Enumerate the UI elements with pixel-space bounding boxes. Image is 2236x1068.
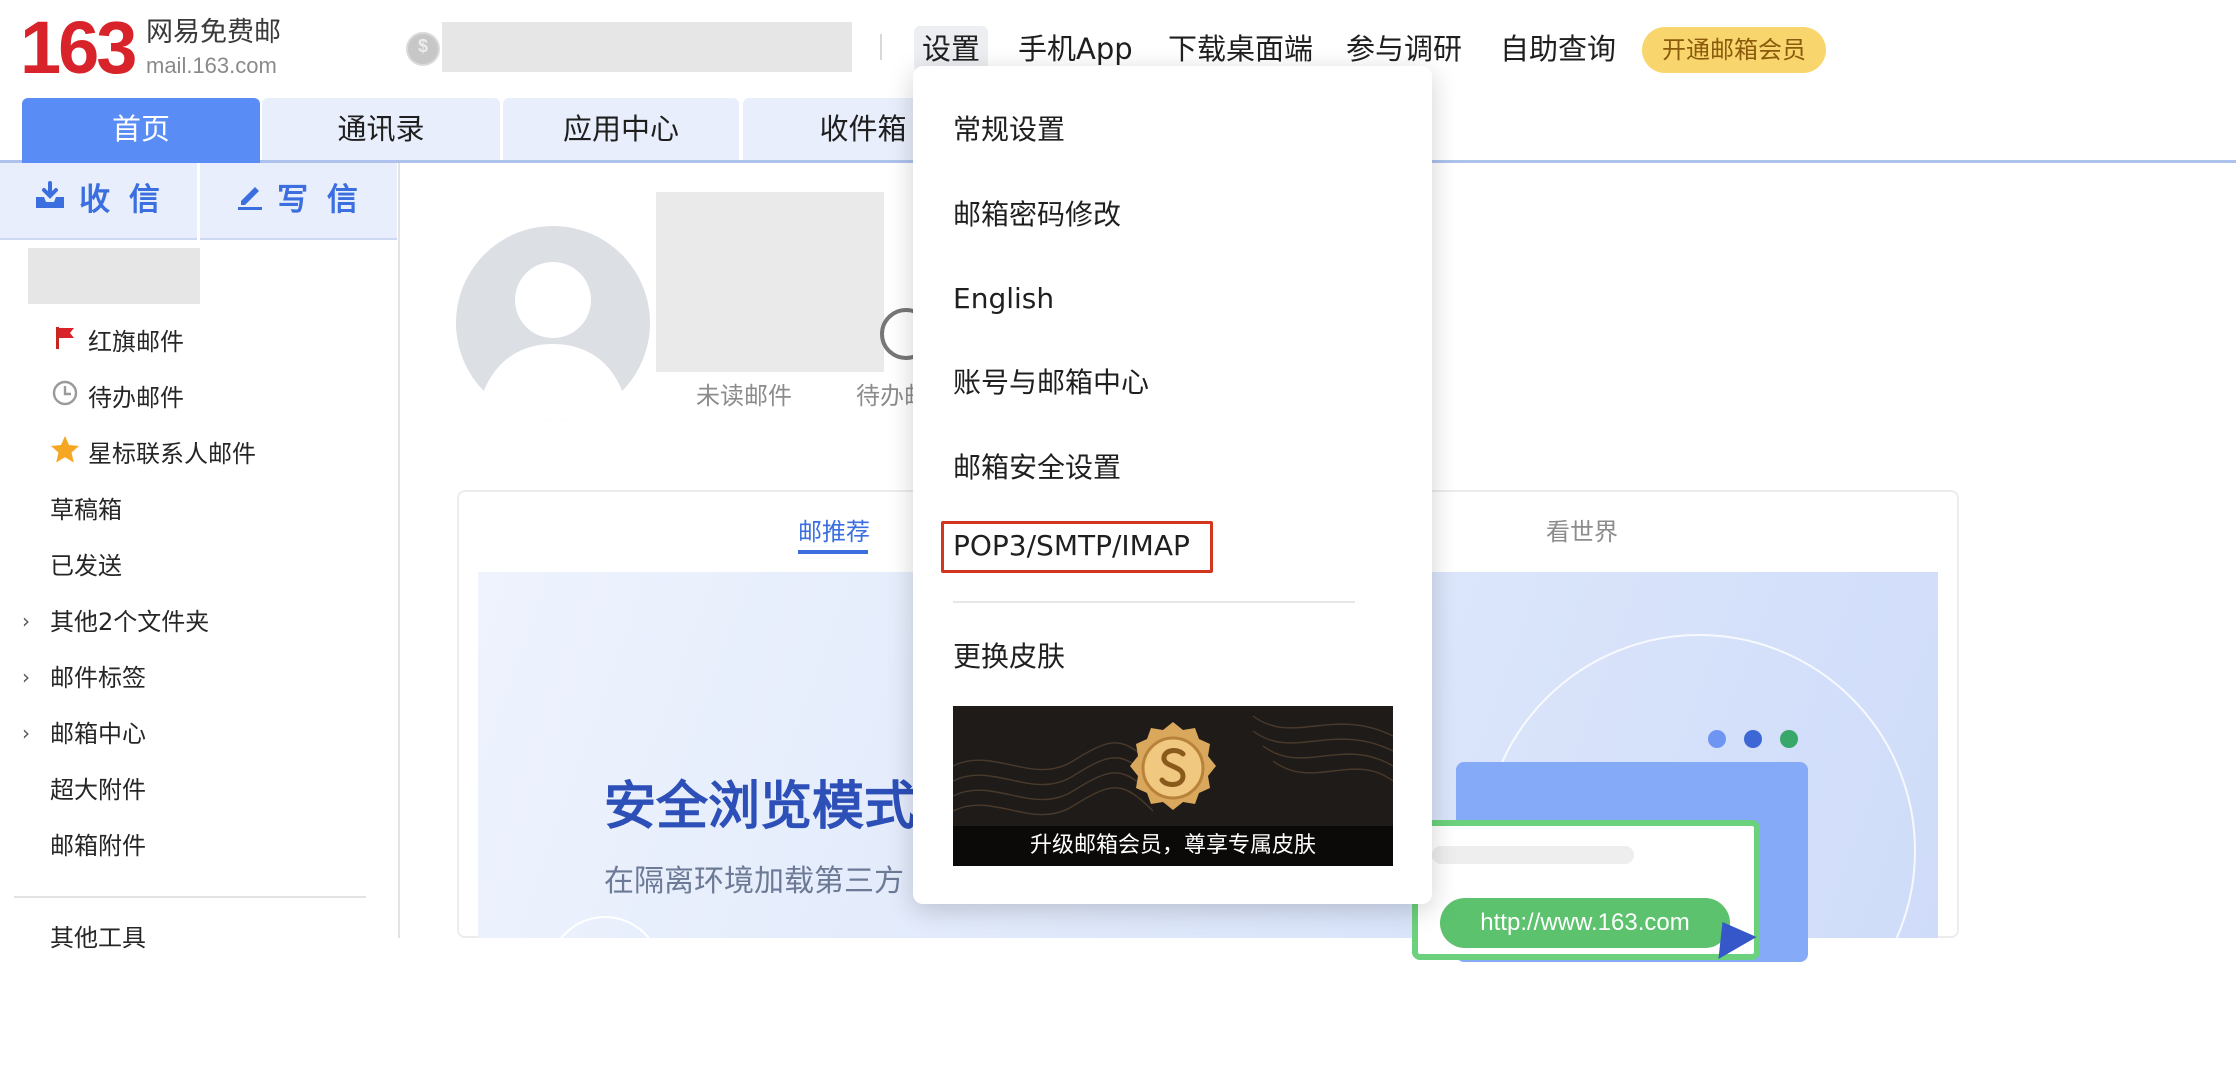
sidebar-item-starred[interactable]: 星标联系人邮件 (50, 434, 256, 474)
sidebar-divider (14, 896, 366, 898)
compose-mail-label: 写 信 (277, 182, 362, 218)
sidebar-item-flagged[interactable]: 红旗邮件 (50, 322, 184, 362)
receive-mail-label: 收 信 (79, 182, 164, 218)
banner-url-pill: http://www.163.com (1440, 898, 1730, 948)
sidebar-item-labels[interactable]: 邮件标签 (50, 658, 146, 698)
menu-item-general-settings[interactable]: 常规设置 (953, 110, 1065, 150)
tab-mail-recommend[interactable]: 邮推荐 (798, 512, 870, 547)
sidebar-item-drafts[interactable]: 草稿箱 (50, 490, 122, 530)
chevron-right-icon[interactable]: › (22, 658, 30, 698)
menu-item-account-center[interactable]: 账号与邮箱中心 (953, 363, 1149, 403)
logo-name: 网易免费邮 (146, 17, 281, 48)
sidebar-item-attachments[interactable]: 邮箱附件 (50, 826, 146, 866)
menu-divider (953, 601, 1355, 603)
sidebar-item-sent[interactable]: 已发送 (50, 546, 122, 586)
inbox-download-icon (33, 164, 67, 239)
sidebar-item-label: 红旗邮件 (88, 328, 184, 356)
menu-item-change-skin[interactable]: 更换皮肤 (953, 637, 1065, 677)
red-flag-icon (50, 323, 80, 363)
chevron-right-icon[interactable]: › (22, 602, 30, 642)
window-dot-icon (1744, 730, 1762, 748)
menu-item-security-settings[interactable]: 邮箱安全设置 (953, 448, 1121, 488)
tab-contacts[interactable]: 通讯录 (262, 98, 500, 160)
logo-domain: mail.163.com (146, 53, 277, 78)
menu-item-pop3-smtp-imap[interactable]: POP3/SMTP/IMAP (953, 526, 1190, 566)
active-tab-underline (798, 550, 868, 554)
self-help-link[interactable]: 自助查询 (1492, 26, 1624, 72)
logo-number[interactable]: 163 (20, 8, 137, 88)
clock-icon (50, 379, 80, 419)
skin-promo-banner[interactable]: 升级邮箱会员，尊享专属皮肤 (953, 706, 1393, 866)
sidebar-item-other-tools[interactable]: 其他工具 (50, 918, 146, 958)
profile-name-redacted (656, 192, 884, 372)
gold-coin-icon (1130, 722, 1216, 810)
header-divider (880, 34, 882, 60)
banner-subtitle: 在隔离环境加载第三方 (604, 864, 904, 899)
sidebar-item-other-folders[interactable]: 其他2个文件夹 (50, 602, 209, 642)
skin-promo-caption: 升级邮箱会员，尊享专属皮肤 (953, 826, 1393, 866)
menu-item-change-password[interactable]: 邮箱密码修改 (953, 195, 1121, 235)
compose-mail-button[interactable]: 写 信 (200, 163, 397, 240)
menu-item-english[interactable]: English (953, 279, 1054, 319)
vip-coin-icon[interactable] (406, 32, 440, 66)
banner-decoration-ring (548, 916, 662, 1030)
tab-home[interactable]: 首页 (22, 98, 260, 163)
open-vip-button[interactable]: 开通邮箱会员 (1642, 27, 1826, 73)
tab-see-world[interactable]: 看世界 (1546, 512, 1618, 547)
user-account-name-redacted[interactable] (442, 22, 852, 72)
unread-mail-label[interactable]: 未读邮件 (696, 376, 792, 411)
window-dot-icon (1780, 730, 1798, 748)
settings-dropdown-menu: 常规设置 邮箱密码修改 English 账号与邮箱中心 邮箱安全设置 POP3/… (913, 66, 1432, 904)
pencil-icon (235, 164, 265, 239)
receive-mail-button[interactable]: 收 信 (0, 163, 197, 240)
sidebar-item-mailbox-center[interactable]: 邮箱中心 (50, 714, 146, 754)
tab-app-center[interactable]: 应用中心 (503, 98, 739, 160)
banner-title: 安全浏览模式 (604, 777, 917, 837)
sidebar-item-label: 待办邮件 (88, 384, 184, 412)
browser-address-bar (1432, 846, 1634, 864)
chevron-right-icon[interactable]: › (22, 714, 30, 754)
sidebar-border (398, 163, 400, 938)
window-dot-icon (1708, 730, 1726, 748)
avatar-placeholder-icon (476, 262, 630, 420)
avatar[interactable] (456, 226, 650, 420)
inbox-folder-redacted[interactable] (28, 248, 200, 304)
star-icon (50, 435, 80, 475)
sidebar-item-todo[interactable]: 待办邮件 (50, 378, 184, 418)
sidebar-item-large-attachments[interactable]: 超大附件 (50, 770, 146, 810)
sidebar-item-label: 星标联系人邮件 (88, 440, 256, 468)
